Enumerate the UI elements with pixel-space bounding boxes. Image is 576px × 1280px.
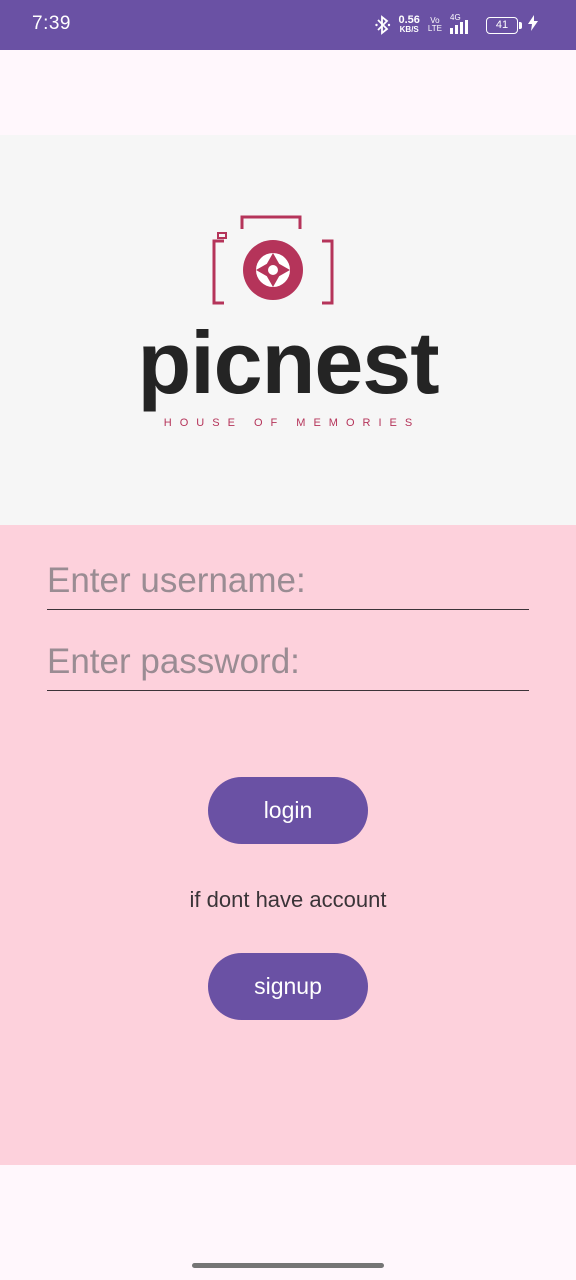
no-account-hint: if dont have account	[189, 887, 387, 912]
bluetooth-icon	[374, 15, 391, 35]
signup-button[interactable]: signup	[208, 953, 368, 1020]
network-speed: 0.56 KB/S	[398, 14, 420, 35]
password-input[interactable]	[47, 634, 529, 691]
status-icons: 0.56 KB/S Vo LTE 4G 41	[374, 12, 538, 38]
login-screen: 7:39 0.56 KB/S Vo LTE 4G 41 picnest HOUS…	[0, 0, 576, 1280]
camera-shutter-icon	[210, 215, 336, 312]
logo-panel: picnest HOUSE OF MEMORIES	[0, 135, 576, 525]
status-bar: 7:39 0.56 KB/S Vo LTE 4G 41	[0, 0, 576, 50]
status-time: 7:39	[32, 13, 71, 34]
volte-bottom-label: LTE	[427, 24, 442, 33]
brand-name: picnest	[137, 313, 439, 412]
login-form: login if dont have account signup	[0, 525, 576, 1165]
signal-strength-icon: 4G	[450, 14, 472, 36]
network-speed-unit: KB/S	[399, 25, 419, 34]
battery-icon: 41	[486, 16, 522, 34]
login-button[interactable]: login	[208, 777, 368, 844]
home-indicator[interactable]	[192, 1263, 384, 1268]
username-input[interactable]	[47, 553, 529, 610]
volte-icon: Vo LTE	[428, 17, 442, 33]
charging-icon	[528, 14, 538, 36]
network-speed-value: 0.56	[398, 14, 420, 26]
brand-tagline: HOUSE OF MEMORIES	[163, 417, 421, 429]
battery-level: 41	[495, 18, 509, 31]
